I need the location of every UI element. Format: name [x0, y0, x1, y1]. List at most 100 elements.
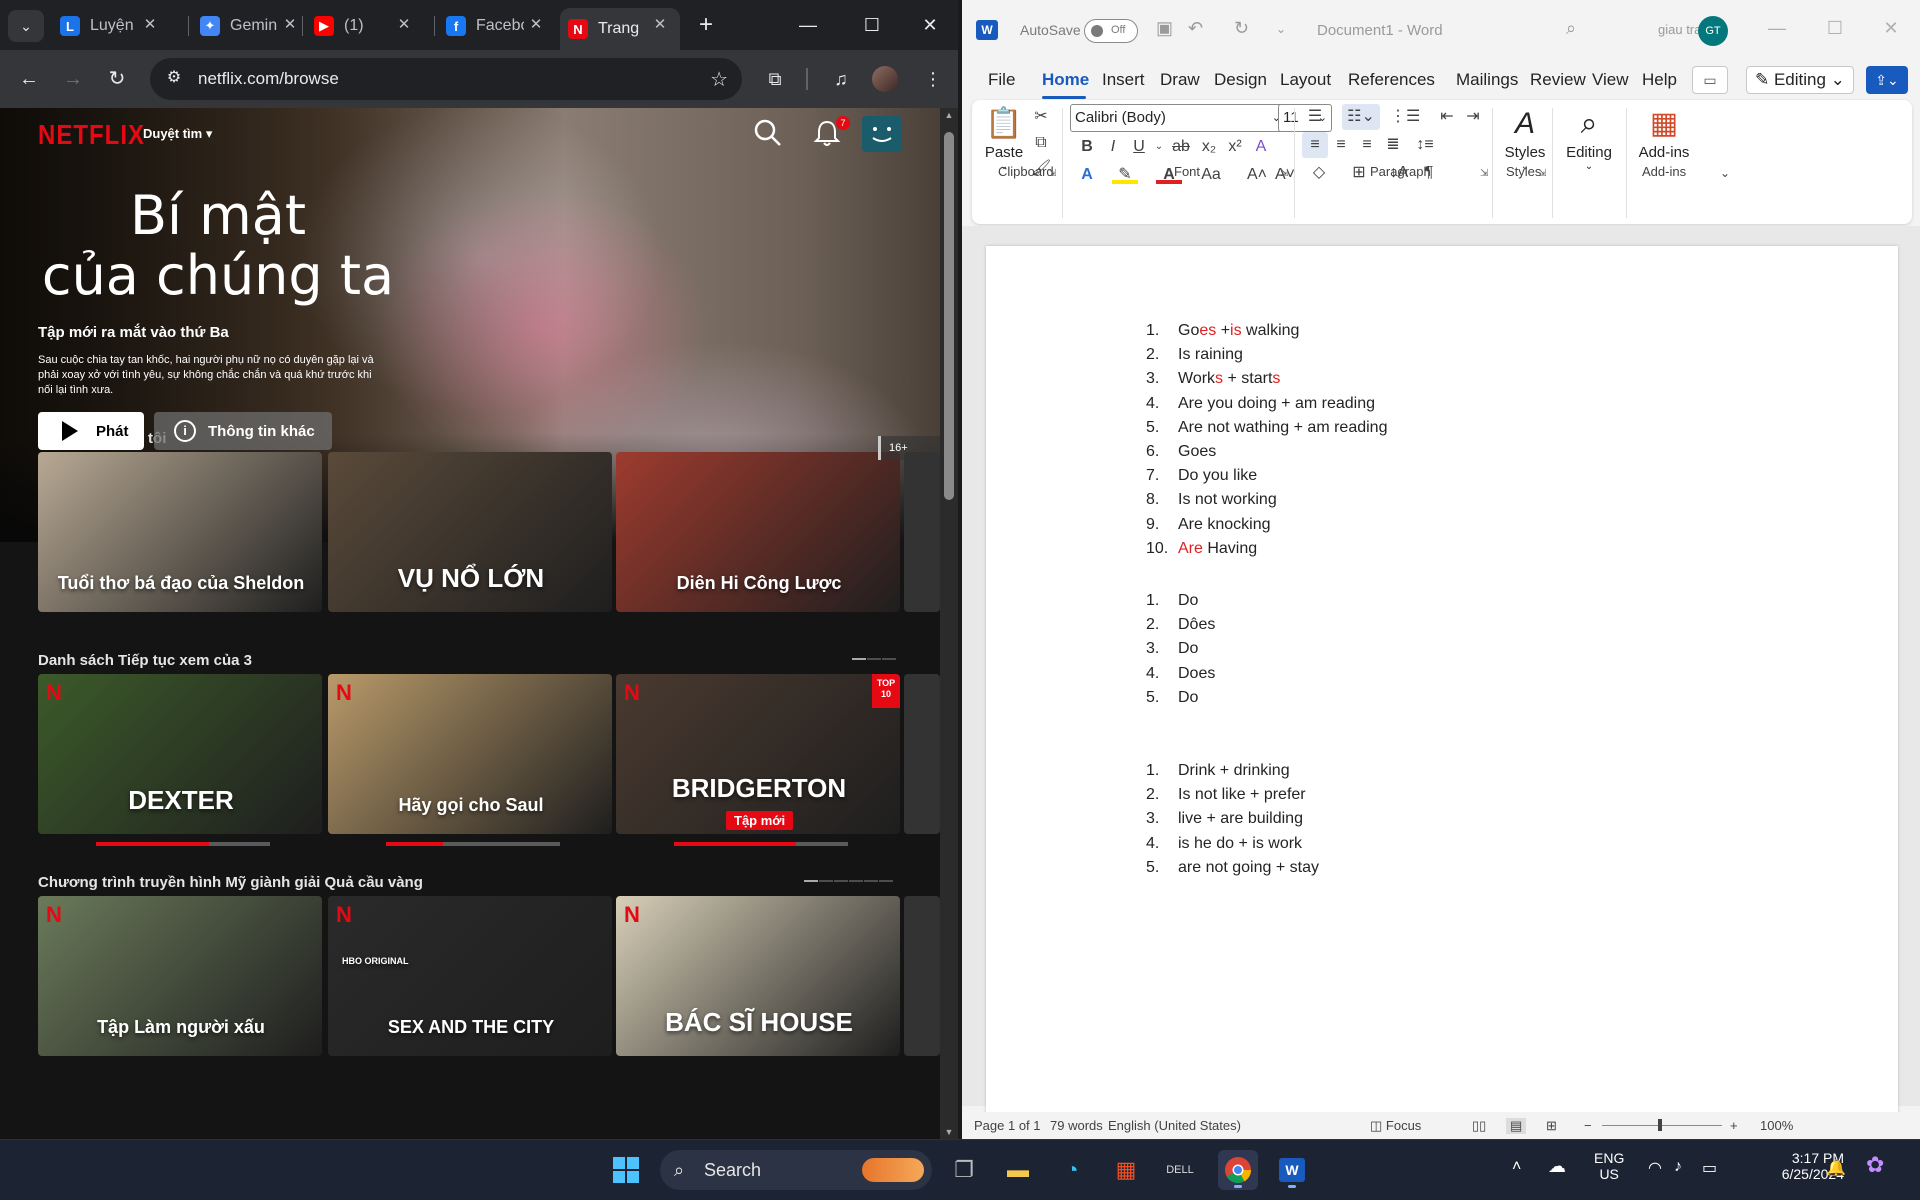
- styles-button[interactable]: A Styles ⌄: [1498, 104, 1552, 172]
- highlight-icon[interactable]: ✎: [1112, 162, 1138, 184]
- onedrive-icon[interactable]: ☁: [1548, 1156, 1566, 1177]
- browser-tab[interactable]: ✦ Gemini ✕: [192, 8, 310, 44]
- title-card[interactable]: VỤ NỔ LỚN: [328, 452, 612, 612]
- styles-launcher-icon[interactable]: ⇲: [1538, 168, 1546, 179]
- browser-scrollbar[interactable]: ▲ ▼: [940, 108, 958, 1139]
- focus-button[interactable]: ◫ Focus: [1370, 1118, 1421, 1134]
- italic-icon[interactable]: I: [1100, 134, 1126, 160]
- strikethrough-icon[interactable]: ab: [1168, 134, 1194, 160]
- addins-button[interactable]: ▦ Add-ins: [1632, 104, 1696, 161]
- title-card[interactable]: N BRIDGERTON Tập mới TOP 10: [616, 674, 900, 834]
- title-card[interactable]: N HBO ORIGINAL SEX AND THE CITY: [328, 896, 612, 1056]
- tab-close-icon[interactable]: ✕: [394, 15, 414, 35]
- reload-icon[interactable]: ↻: [102, 64, 132, 94]
- search-icon[interactable]: [753, 118, 783, 148]
- browse-menu[interactable]: Duyệt tìm ▾: [143, 126, 212, 142]
- paragraph-launcher-icon[interactable]: ⇲: [1480, 168, 1488, 179]
- share-button[interactable]: ⇪⌄: [1866, 66, 1908, 94]
- document-page[interactable]: 1. Goes +is walking 2. Is raining 3. Works +…: [986, 246, 1898, 1116]
- redo-icon[interactable]: ↻: [1234, 18, 1249, 39]
- menu-tab-design[interactable]: Design: [1214, 70, 1267, 90]
- multilevel-list-icon[interactable]: ⋮☰: [1390, 104, 1420, 130]
- profile-avatar-netflix[interactable]: [862, 116, 902, 152]
- media-icon[interactable]: ♫: [826, 64, 856, 94]
- copy-icon[interactable]: ⧉: [1028, 130, 1054, 156]
- font-launcher-icon[interactable]: ⇲: [1280, 168, 1288, 179]
- menu-tab-view[interactable]: View: [1592, 70, 1629, 90]
- file-explorer-icon[interactable]: ▬: [998, 1150, 1038, 1190]
- customize-qat-icon[interactable]: ⌄: [1276, 22, 1286, 36]
- tab-search-button[interactable]: ⌄: [8, 10, 44, 42]
- url-text[interactable]: netflix.com/browse: [198, 69, 339, 89]
- menu-tab-references[interactable]: References: [1348, 70, 1435, 90]
- editing-mode-button[interactable]: ✎ Editing ⌄: [1746, 66, 1854, 94]
- clipboard-launcher-icon[interactable]: ⇲: [1048, 168, 1056, 179]
- change-case-icon[interactable]: Aa: [1198, 162, 1224, 188]
- site-settings-icon[interactable]: ⚙: [164, 68, 184, 88]
- paste-button[interactable]: 📋 Paste ⌄: [982, 104, 1026, 172]
- browser-tab[interactable]: L Luyện ✕: [52, 8, 170, 44]
- more-info-button[interactable]: i Thông tin khác: [154, 412, 332, 450]
- autosave-toggle[interactable]: Off: [1084, 19, 1138, 43]
- title-card[interactable]: N BÁC SĨ HOUSE: [616, 896, 900, 1056]
- new-tab-button[interactable]: +: [692, 12, 720, 40]
- word-taskbar-icon[interactable]: W: [1272, 1150, 1312, 1190]
- address-bar[interactable]: ⚙ netflix.com/browse ☆: [150, 58, 742, 100]
- menu-tab-insert[interactable]: Insert: [1102, 70, 1145, 90]
- borders-icon[interactable]: ⊞: [1346, 160, 1372, 186]
- word-count[interactable]: 79 words: [1050, 1118, 1103, 1133]
- web-layout-icon[interactable]: ⊞: [1546, 1118, 1557, 1134]
- grow-font-icon[interactable]: A˄: [1244, 162, 1270, 188]
- menu-tab-review[interactable]: Review: [1530, 70, 1586, 90]
- word-close-button[interactable]: ✕: [1876, 18, 1906, 44]
- word-minimize-button[interactable]: —: [1762, 18, 1792, 44]
- profile-avatar[interactable]: [872, 66, 898, 92]
- zoom-slider[interactable]: [1602, 1125, 1722, 1126]
- browser-tab[interactable]: N Trang ✕: [560, 8, 680, 50]
- word-maximize-button[interactable]: ☐: [1820, 18, 1850, 44]
- maximize-button[interactable]: ☐: [852, 10, 892, 40]
- dell-icon[interactable]: DELL: [1160, 1150, 1200, 1190]
- read-mode-icon[interactable]: ▯▯: [1472, 1118, 1486, 1134]
- zoom-level[interactable]: 100%: [1760, 1118, 1793, 1133]
- task-view-icon[interactable]: ❐: [944, 1150, 984, 1190]
- text-effects-icon[interactable]: A: [1074, 162, 1100, 188]
- row-title[interactable]: Chương trình truyền hình Mỹ giành giải Q…: [38, 874, 423, 891]
- save-icon[interactable]: ▣: [1156, 18, 1173, 39]
- minimize-button[interactable]: —: [788, 10, 828, 40]
- font-name-box[interactable]: Calibri (Body) ⌄: [1070, 104, 1286, 132]
- start-button[interactable]: [606, 1150, 646, 1190]
- numbering-icon[interactable]: ☷⌄: [1342, 104, 1380, 130]
- copilot-icon[interactable]: ✿: [1866, 1152, 1884, 1178]
- show-hidden-icons[interactable]: ˄: [1512, 1158, 1521, 1176]
- title-card[interactable]: Tuổi thơ bá đạo của Sheldon: [38, 452, 322, 612]
- undo-icon[interactable]: ↶: [1188, 18, 1203, 39]
- back-icon[interactable]: ←: [14, 64, 44, 94]
- notifications-icon[interactable]: 🔔: [1826, 1158, 1846, 1178]
- superscript-icon[interactable]: x²: [1222, 134, 1248, 160]
- battery-icon[interactable]: ▭: [1702, 1158, 1717, 1178]
- menu-tab-home[interactable]: Home: [1042, 70, 1089, 90]
- wifi-icon[interactable]: ◠: [1648, 1158, 1662, 1178]
- justify-icon[interactable]: ≣: [1380, 132, 1406, 158]
- browser-tab[interactable]: f Facebook✕: [438, 8, 556, 44]
- taskbar-search[interactable]: ⌕ Search: [660, 1150, 932, 1190]
- close-window-button[interactable]: ✕: [910, 10, 950, 40]
- store-icon[interactable]: ▦: [1106, 1150, 1146, 1190]
- subscript-icon[interactable]: x₂: [1196, 134, 1222, 160]
- forward-icon[interactable]: →: [58, 64, 88, 94]
- language-status[interactable]: English (United States): [1108, 1118, 1241, 1133]
- scroll-down-icon[interactable]: ▼: [944, 1127, 954, 1137]
- netflix-logo[interactable]: NETFLIX: [38, 120, 145, 152]
- user-avatar[interactable]: GT: [1698, 16, 1728, 46]
- editing-button[interactable]: ⌕ Editing ⌄: [1558, 104, 1620, 172]
- edge-icon[interactable]: ◔: [1052, 1150, 1092, 1190]
- align-right-icon[interactable]: ≡: [1354, 132, 1380, 158]
- scroll-up-icon[interactable]: ▲: [944, 110, 954, 120]
- play-button[interactable]: Phát: [38, 412, 144, 450]
- chrome-taskbar-icon[interactable]: [1218, 1150, 1258, 1190]
- zoom-slider-thumb[interactable]: [1658, 1119, 1662, 1131]
- bold-icon[interactable]: B: [1074, 134, 1100, 160]
- next-card-peek[interactable]: [904, 674, 940, 834]
- line-spacing-icon[interactable]: ↕≡: [1412, 132, 1438, 158]
